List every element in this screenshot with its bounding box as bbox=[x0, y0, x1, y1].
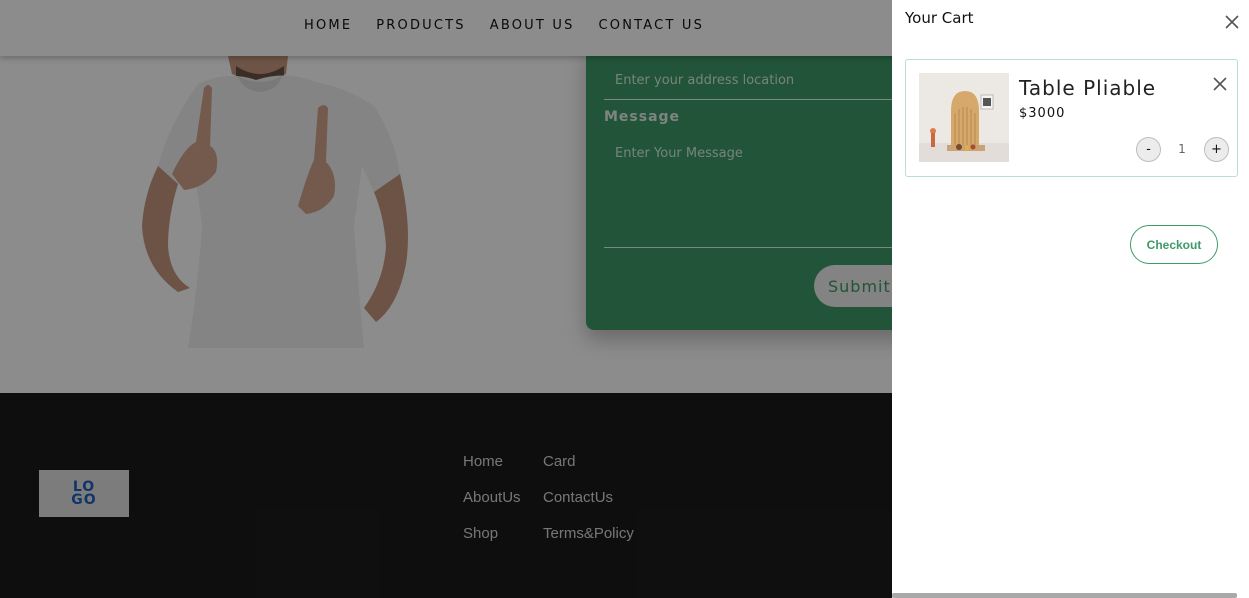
checkout-button[interactable]: Checkout bbox=[1130, 225, 1218, 264]
close-icon[interactable] bbox=[1223, 13, 1241, 31]
horizontal-scrollbar[interactable] bbox=[892, 593, 1237, 598]
cart-drawer: Your Cart Table Pliable $3000 - 1 + Chec… bbox=[892, 0, 1249, 598]
product-name: Table Pliable bbox=[1019, 76, 1157, 100]
cart-title: Your Cart bbox=[905, 9, 974, 27]
remove-item-icon[interactable] bbox=[1212, 76, 1228, 92]
overlay-backdrop[interactable] bbox=[0, 0, 892, 598]
cart-item: Table Pliable $3000 - 1 + bbox=[905, 59, 1238, 177]
increase-quantity-button[interactable]: + bbox=[1204, 137, 1229, 162]
quantity-value: 1 bbox=[1178, 142, 1186, 156]
decrease-quantity-button[interactable]: - bbox=[1136, 137, 1161, 162]
product-image bbox=[919, 73, 1009, 162]
product-price: $3000 bbox=[1019, 106, 1066, 121]
